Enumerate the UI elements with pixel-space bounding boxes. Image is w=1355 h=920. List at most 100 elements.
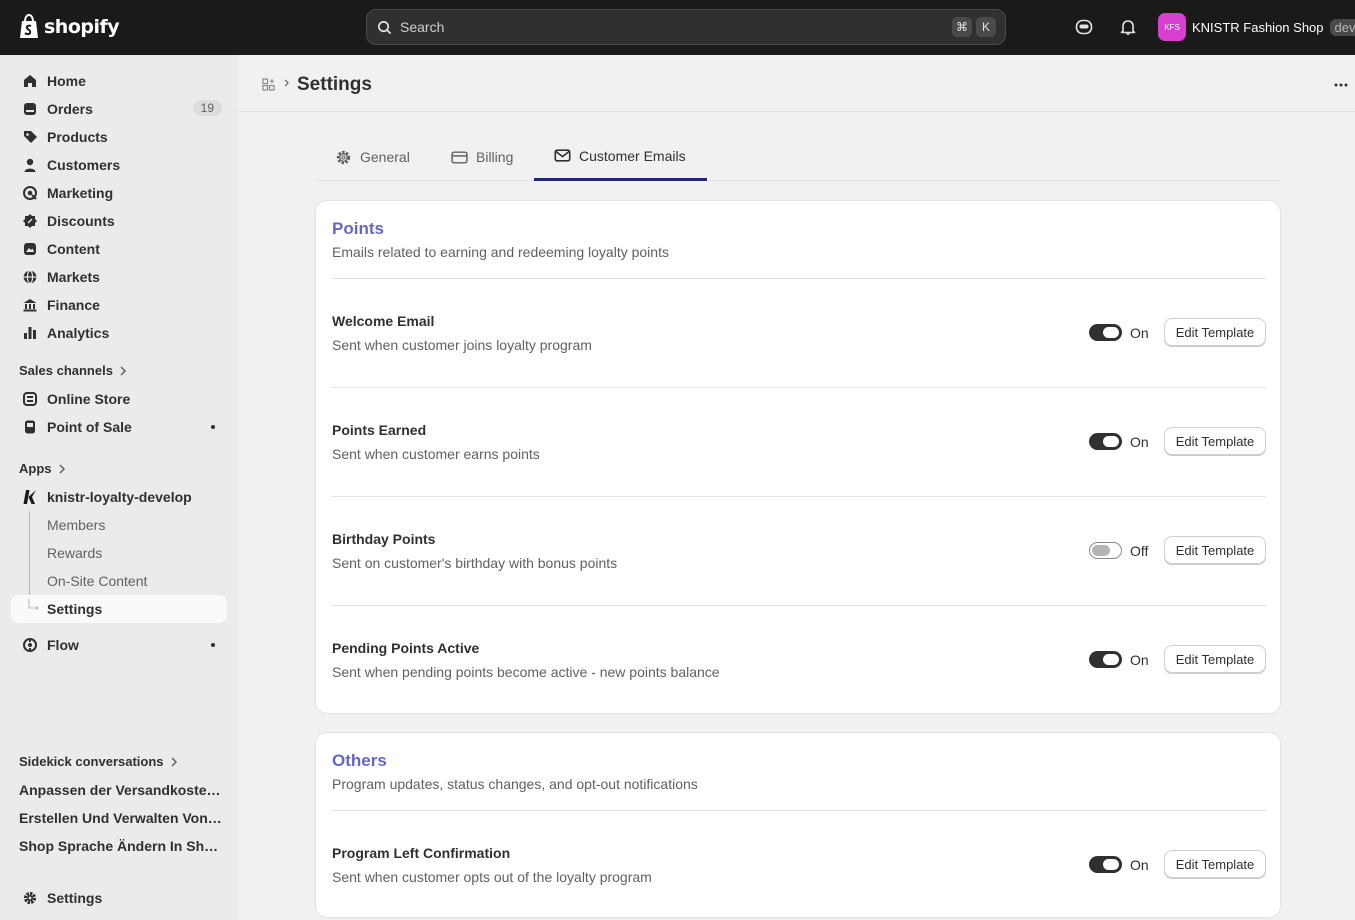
sidebar-item-customers[interactable]: Customers <box>11 151 227 179</box>
sidebar-item-analytics[interactable]: Analytics <box>11 319 227 347</box>
pending-points-active-toggle[interactable] <box>1089 651 1122 668</box>
bar-chart-icon <box>24 327 36 339</box>
birthday-points-toggle[interactable] <box>1089 542 1122 559</box>
more-actions-icon[interactable] <box>1334 83 1348 87</box>
gear-icon <box>23 891 37 905</box>
orders-count-badge: 19 <box>192 100 222 116</box>
shop-switcher[interactable]: KFS KNISTR Fashion Shop dev <box>1158 13 1355 41</box>
section-title: Points <box>332 219 384 238</box>
sidekick-icon[interactable] <box>1074 17 1094 37</box>
sidebar-item-point-of-sale[interactable]: Point of Sale <box>11 413 227 441</box>
sidebar-item-orders[interactable]: Orders 19 <box>11 95 227 123</box>
shop-name: KNISTR Fashion Shop <box>1192 19 1324 35</box>
search-placeholder: Search <box>400 19 445 35</box>
sidebar-item-label: Members <box>47 517 106 533</box>
divider <box>332 496 1266 497</box>
sidebar-item-label: Markets <box>47 269 100 285</box>
shop-avatar: KFS <box>1158 13 1186 41</box>
email-title: Birthday Points <box>332 531 436 547</box>
shopify-bag-icon <box>20 14 38 38</box>
sidebar: Home Orders 19 Products Customers Market… <box>0 55 238 920</box>
sidebar-item-app-knistr[interactable]: knistr-loyalty-develop <box>11 483 227 511</box>
sidebar-item-rewards[interactable]: Rewards <box>11 539 227 567</box>
edit-template-button[interactable]: Edit Template <box>1164 318 1266 346</box>
home-icon <box>24 75 36 87</box>
program-left-confirmation-toggle[interactable] <box>1089 856 1122 873</box>
edit-template-button[interactable]: Edit Template <box>1164 427 1266 455</box>
app-breadcrumb-icon[interactable] <box>262 78 275 91</box>
edit-template-button[interactable]: Edit Template <box>1164 645 1266 673</box>
tab-label: General <box>360 149 410 165</box>
section-title: Others <box>332 751 387 770</box>
page-header: › Settings <box>238 55 1355 112</box>
email-description: Sent when customer earns points <box>332 446 540 462</box>
email-description: Sent when customer joins loyalty program <box>332 337 592 353</box>
sidebar-item-app-settings[interactable]: Settings <box>11 595 227 623</box>
store-icon <box>23 392 37 406</box>
sidekick-conversation-item[interactable]: Erstellen Und Verwalten Von Kunden <box>19 810 224 826</box>
toggle-state-label: On <box>1130 652 1149 668</box>
sidekick-conversation-item[interactable]: Shop Sprache Ändern In Shopify <box>19 838 224 854</box>
email-description: Sent when customer opts out of the loyal… <box>332 869 652 885</box>
sidekick-heading-label: Sidekick conversations <box>19 754 164 769</box>
edit-template-button[interactable]: Edit Template <box>1164 850 1266 878</box>
tab-label: Customer Emails <box>579 147 686 164</box>
sidebar-item-label: Customers <box>47 157 121 173</box>
sidebar-item-content[interactable]: Content <box>11 235 227 263</box>
tab-customer-emails[interactable]: Customer Emails <box>534 133 707 181</box>
shortcut-key-cmd: ⌘ <box>952 17 972 37</box>
sidebar-item-settings[interactable]: Settings <box>11 884 227 912</box>
sidebar-item-label: Orders <box>47 101 93 117</box>
shopify-wordmark: shopify <box>44 16 120 38</box>
discount-icon <box>23 214 37 228</box>
tab-billing[interactable]: Billing <box>451 133 513 181</box>
sidebar-item-finance[interactable]: Finance <box>11 291 227 319</box>
chevron-right-icon <box>120 365 127 376</box>
pos-icon <box>25 420 35 434</box>
sidebar-item-discounts[interactable]: Discounts <box>11 207 227 235</box>
env-badge: dev <box>1329 18 1355 36</box>
status-dot <box>211 425 215 429</box>
notifications-bell-icon[interactable] <box>1118 17 1138 37</box>
sidekick-conversation-item[interactable]: Anpassen der Versandkosten in Shopify <box>19 782 224 798</box>
sidebar-item-on-site-content[interactable]: On-Site Content <box>11 567 227 595</box>
divider <box>332 387 1266 388</box>
sidebar-item-markets[interactable]: Markets <box>11 263 227 291</box>
apps-heading[interactable]: Apps <box>19 461 66 476</box>
knistr-app-icon <box>23 490 36 504</box>
sidebar-item-label: Marketing <box>47 185 114 201</box>
sidebar-item-members[interactable]: Members <box>11 511 227 539</box>
sidebar-item-marketing[interactable]: Marketing <box>11 179 227 207</box>
sidebar-item-label: Products <box>47 129 108 145</box>
search-input[interactable]: Search ⌘ K <box>366 9 1006 45</box>
tree-elbow-icon <box>28 599 39 611</box>
welcome-email-toggle[interactable] <box>1089 324 1122 341</box>
email-title: Points Earned <box>332 422 427 438</box>
sidebar-item-products[interactable]: Products <box>11 123 227 151</box>
toggle-state-label: On <box>1130 325 1149 341</box>
sidebar-item-label: Home <box>47 73 86 89</box>
toggle-state-label: On <box>1130 857 1149 873</box>
sidebar-item-label: Flow <box>47 637 79 653</box>
shopify-logo[interactable]: shopify <box>18 14 120 40</box>
sidebar-item-label: Settings <box>47 890 103 906</box>
section-description: Program updates, status changes, and opt… <box>332 776 698 792</box>
email-description: Sent when pending points become active -… <box>332 664 720 680</box>
points-earned-toggle[interactable] <box>1089 433 1122 450</box>
page-title: Settings <box>297 74 372 95</box>
search-icon <box>378 20 392 34</box>
shortcut-key-k: K <box>976 17 996 37</box>
sidebar-item-home[interactable]: Home <box>11 67 227 95</box>
sidekick-conversations-heading[interactable]: Sidekick conversations <box>19 754 178 769</box>
tab-general[interactable]: General <box>335 133 410 181</box>
edit-template-button[interactable]: Edit Template <box>1164 536 1266 564</box>
sidebar-item-label: Settings <box>47 601 103 617</box>
toggle-state-label: On <box>1130 434 1149 450</box>
sidebar-item-flow[interactable]: Flow <box>11 631 227 659</box>
email-title: Program Left Confirmation <box>332 845 511 861</box>
globe-icon <box>23 270 37 284</box>
orders-icon <box>24 103 36 115</box>
sidebar-item-online-store[interactable]: Online Store <box>11 385 227 413</box>
tab-label: Billing <box>476 149 514 165</box>
sales-channels-heading[interactable]: Sales channels <box>19 363 127 378</box>
